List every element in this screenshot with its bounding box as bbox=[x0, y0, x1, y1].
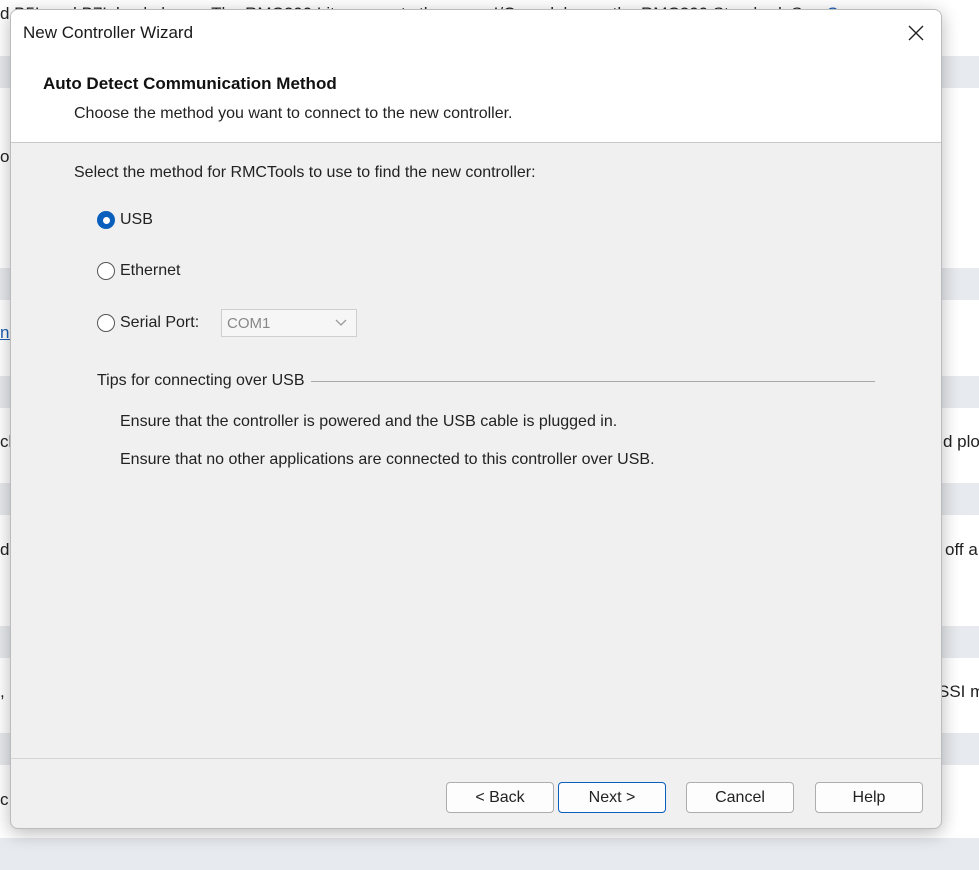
radio-serial-port[interactable]: Serial Port: bbox=[97, 314, 199, 332]
background-fragment: SSI m bbox=[938, 682, 979, 701]
radio-usb[interactable]: USB bbox=[97, 211, 153, 229]
chevron-down-icon bbox=[335, 319, 347, 326]
close-icon bbox=[908, 25, 924, 41]
back-button[interactable]: < Back bbox=[446, 782, 554, 813]
close-button[interactable] bbox=[891, 10, 941, 56]
background-fragment: d plo bbox=[943, 432, 979, 451]
tip-text: Ensure that no other applications are co… bbox=[120, 451, 655, 468]
tips-group-title: Tips for connecting over USB bbox=[97, 372, 311, 390]
title-bar: New Controller Wizard bbox=[11, 10, 941, 56]
page-subtitle: Choose the method you want to connect to… bbox=[74, 105, 513, 122]
radio-label-usb: USB bbox=[120, 211, 153, 228]
cancel-button[interactable]: Cancel bbox=[686, 782, 794, 813]
radio-label-ethernet: Ethernet bbox=[120, 262, 181, 279]
radio-label-serial-port: Serial Port: bbox=[120, 314, 200, 331]
radio-button[interactable] bbox=[97, 262, 115, 280]
background-fragment: off a bbox=[945, 540, 978, 559]
help-button[interactable]: Help bbox=[815, 782, 923, 813]
page-title: Auto Detect Communication Method bbox=[43, 74, 337, 93]
serial-port-value: COM1 bbox=[227, 314, 271, 332]
radio-button-checked[interactable] bbox=[97, 211, 115, 229]
background-band bbox=[0, 838, 979, 870]
radio-button[interactable] bbox=[97, 314, 115, 332]
next-button[interactable]: Next > bbox=[558, 782, 666, 813]
window-title: New Controller Wizard bbox=[23, 23, 194, 42]
serial-port-dropdown[interactable]: COM1 bbox=[221, 309, 357, 337]
new-controller-wizard-dialog: New Controller Wizard Auto Detect Commun… bbox=[10, 9, 942, 829]
method-prompt: Select the method for RMCTools to use to… bbox=[74, 164, 536, 181]
wizard-header: Auto Detect Communication Method Choose … bbox=[11, 56, 941, 143]
radio-ethernet[interactable]: Ethernet bbox=[97, 262, 180, 280]
footer-divider bbox=[11, 758, 941, 759]
tip-text: Ensure that the controller is powered an… bbox=[120, 413, 618, 430]
